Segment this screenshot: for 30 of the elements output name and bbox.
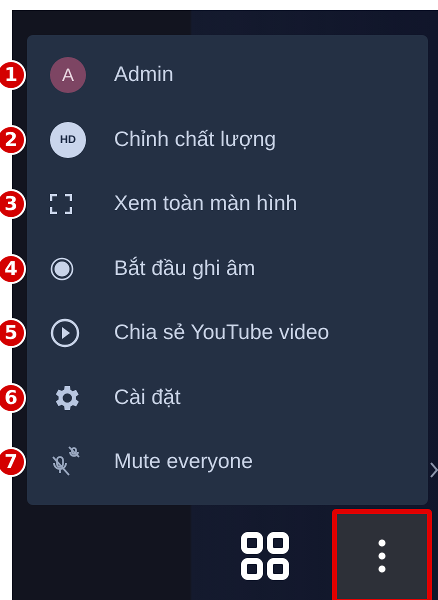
record-icon [50,256,74,281]
menu-item[interactable]: Mute everyone [27,430,428,494]
grid-view-icon[interactable] [240,531,290,581]
menu-label: Bắt đầu ghi âm [114,256,256,281]
step-number: 5 [0,318,26,348]
play-icon [50,318,80,348]
menu-label: Chia sẻ YouTube video [114,321,330,346]
more-options-button[interactable] [332,508,432,600]
chevron-right-icon[interactable] [430,462,438,478]
more-vertical-icon [378,539,386,573]
hd-quality-icon: HD [50,122,86,158]
menu-item[interactable]: Chia sẻ YouTube video [27,301,428,366]
menu-item[interactable]: Cài đặt [27,366,428,430]
menu-item[interactable]: HD Chỉnh chất lượng [27,108,428,172]
step-number: 7 [0,447,26,478]
menu-item[interactable]: Bắt đầu ghi âm [27,236,428,301]
menu-label: Admin [114,63,174,88]
step-number: 2 [0,124,26,155]
menu-label: Xem toàn màn hình [114,192,298,216]
menu-label: Mute everyone [114,450,253,474]
step-number: 4 [0,254,26,284]
menu-item[interactable]: A Admin [27,43,428,108]
user-avatar: A [50,57,86,94]
menu-label: Chỉnh chất lượng [114,128,276,152]
step-number: 1 [0,60,26,90]
menu-item[interactable]: Xem toàn màn hình [27,172,428,236]
fullscreen-icon [50,194,72,214]
menu-label: Cài đặt [114,386,181,410]
step-number: 6 [0,382,26,413]
step-number: 3 [0,189,26,220]
